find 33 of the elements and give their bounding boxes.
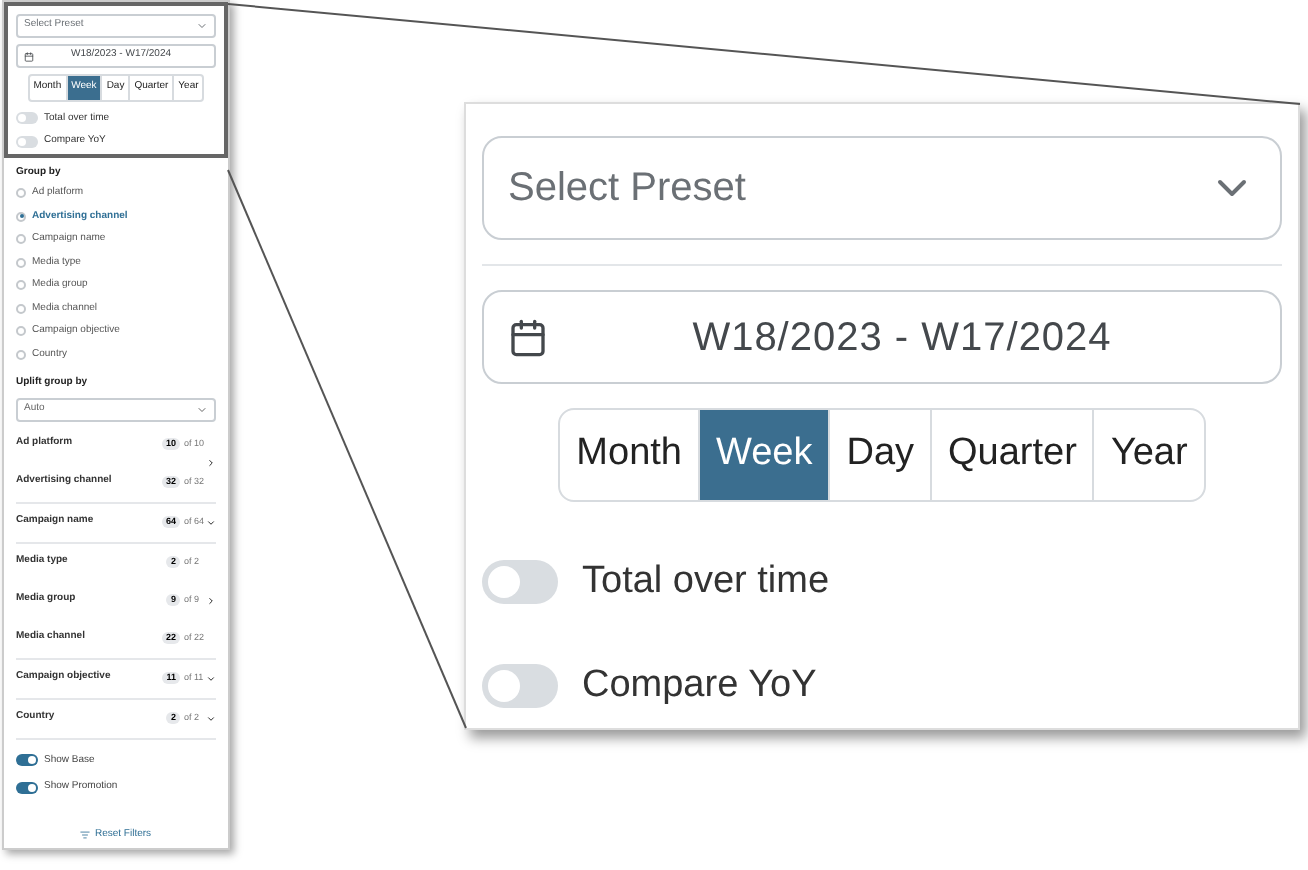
period-tab[interactable]: Year — [1092, 410, 1204, 499]
toggle-switch[interactable] — [16, 135, 38, 148]
preset-select[interactable]: Select Preset — [482, 136, 1282, 240]
period-tab[interactable]: Week — [697, 410, 829, 499]
radio-button[interactable] — [16, 234, 26, 245]
chevron-down-icon[interactable] — [206, 673, 216, 683]
radio-button[interactable] — [16, 211, 26, 222]
radio-button[interactable] — [16, 188, 26, 199]
toggle-label: Compare YoY — [582, 662, 817, 710]
toggle-label: Total over time — [582, 557, 830, 605]
radio-button[interactable] — [16, 349, 26, 360]
period-tab[interactable]: Quarter — [930, 410, 1093, 499]
radio-button[interactable] — [16, 303, 26, 314]
chevron-down-icon[interactable] — [206, 713, 216, 723]
chevron-right-icon[interactable] — [206, 458, 216, 468]
calendar-icon — [508, 317, 548, 357]
toggle-switch[interactable] — [482, 559, 558, 604]
radio-button[interactable] — [16, 326, 26, 337]
chevron-down-icon[interactable] — [206, 517, 216, 527]
toggle-switch[interactable] — [16, 781, 38, 794]
period-tab[interactable]: Day — [828, 410, 931, 499]
toggle-switch[interactable] — [16, 112, 38, 125]
radio-button[interactable] — [16, 257, 26, 268]
period-tab[interactable]: Month — [560, 410, 698, 499]
filter-icon — [80, 829, 91, 840]
chevron-right-icon[interactable] — [206, 595, 216, 605]
radio-button[interactable] — [16, 280, 26, 291]
calendar-icon — [24, 51, 34, 61]
date-range-field[interactable]: W18/2023 - W17/2024 — [482, 290, 1282, 384]
toggle-switch[interactable] — [16, 754, 38, 767]
chevron-down-icon — [196, 20, 208, 32]
toggle-switch[interactable] — [482, 664, 558, 709]
chevron-down-icon — [196, 403, 208, 415]
